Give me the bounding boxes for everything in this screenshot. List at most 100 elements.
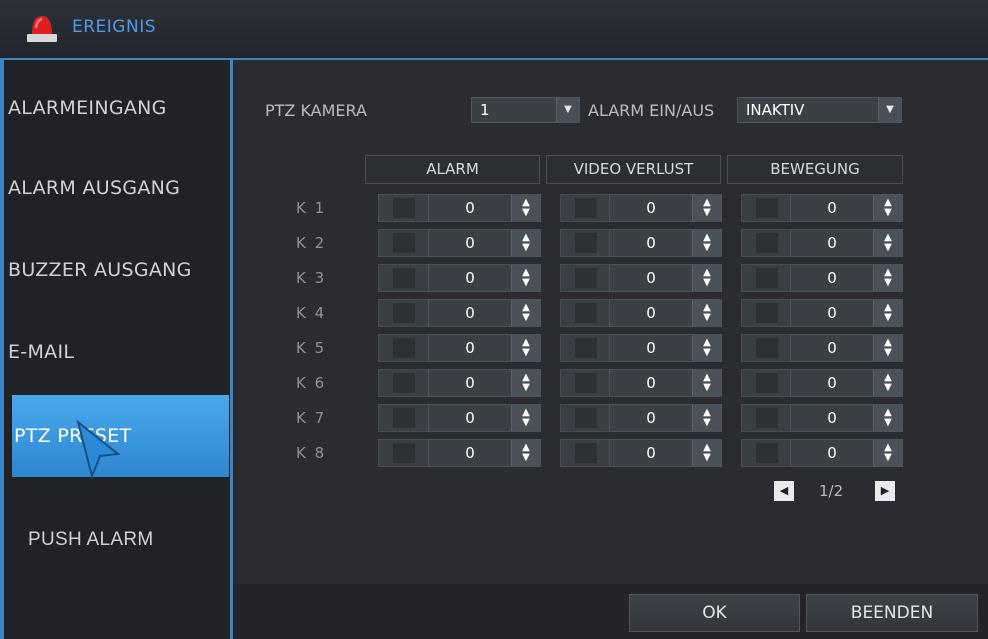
up-down-arrows-icon[interactable]: ▲ ▼	[873, 440, 902, 466]
preset-value: 0	[827, 409, 837, 427]
alarm-checkbox[interactable]	[378, 334, 429, 362]
up-down-arrows-icon[interactable]: ▲ ▼	[511, 265, 540, 291]
alarm-preset-stepper[interactable]: 0 ▲ ▼	[428, 369, 541, 397]
motion-checkbox[interactable]	[741, 404, 792, 432]
video-loss-preset-stepper[interactable]: 0 ▲ ▼	[609, 369, 722, 397]
up-down-arrows-icon[interactable]: ▲ ▼	[692, 370, 721, 396]
alarm-preset-stepper[interactable]: 0 ▲ ▼	[428, 299, 541, 327]
up-down-arrows-icon[interactable]: ▲ ▼	[511, 405, 540, 431]
alarm-preset-stepper[interactable]: 0 ▲ ▼	[428, 194, 541, 222]
alarm-checkbox[interactable]	[378, 404, 429, 432]
alarm-checkbox[interactable]	[378, 299, 429, 327]
up-down-arrows-icon[interactable]: ▲ ▼	[511, 300, 540, 326]
video-loss-preset-stepper[interactable]: 0 ▲ ▼	[609, 404, 722, 432]
up-down-arrows-icon[interactable]: ▲ ▼	[692, 335, 721, 361]
chevron-down-icon: ▼	[878, 98, 901, 122]
preset-value: 0	[646, 234, 656, 252]
motion-checkbox[interactable]	[741, 264, 792, 292]
motion-checkbox[interactable]	[741, 334, 792, 362]
motion-preset-stepper[interactable]: 0 ▲ ▼	[790, 299, 903, 327]
video-loss-preset-stepper[interactable]: 0 ▲ ▼	[609, 194, 722, 222]
page-prev-button[interactable]: ◀	[774, 481, 794, 501]
video-loss-preset-stepper[interactable]: 0 ▲ ▼	[609, 439, 722, 467]
video-loss-checkbox[interactable]	[560, 264, 611, 292]
alarm-checkbox[interactable]	[378, 229, 429, 257]
channel-label: K 6	[296, 374, 327, 392]
alarm-onoff-value: INAKTIV	[746, 101, 805, 119]
up-down-arrows-icon[interactable]: ▲ ▼	[511, 335, 540, 361]
motion-preset-stepper[interactable]: 0 ▲ ▼	[790, 369, 903, 397]
motion-checkbox[interactable]	[741, 299, 792, 327]
up-down-arrows-icon[interactable]: ▲ ▼	[873, 300, 902, 326]
up-down-arrows-icon[interactable]: ▲ ▼	[873, 405, 902, 431]
video-loss-checkbox[interactable]	[560, 404, 611, 432]
video-loss-checkbox[interactable]	[560, 369, 611, 397]
ptz-camera-dropdown[interactable]: 1 ▼	[471, 97, 580, 123]
up-down-arrows-icon[interactable]: ▲ ▼	[873, 335, 902, 361]
motion-preset-stepper[interactable]: 0 ▲ ▼	[790, 229, 903, 257]
preset-value: 0	[646, 269, 656, 287]
video-loss-checkbox[interactable]	[560, 334, 611, 362]
sidebar-item-alarmeingang[interactable]: ALARMEINGANG	[8, 70, 228, 146]
sidebar-item-push-alarm[interactable]: PUSH ALARM	[8, 502, 228, 578]
preset-value: 0	[646, 374, 656, 392]
preset-value: 0	[465, 444, 475, 462]
video-loss-preset-stepper[interactable]: 0 ▲ ▼	[609, 299, 722, 327]
up-down-arrows-icon[interactable]: ▲ ▼	[692, 195, 721, 221]
up-down-arrows-icon[interactable]: ▲ ▼	[873, 370, 902, 396]
up-down-arrows-icon[interactable]: ▲ ▼	[692, 405, 721, 431]
sidebar-item-email[interactable]: E-MAIL	[8, 314, 228, 390]
exit-button[interactable]: BEENDEN	[806, 594, 978, 632]
video-loss-checkbox[interactable]	[560, 229, 611, 257]
sidebar-item-alarm-ausgang[interactable]: ALARM AUSGANG	[8, 150, 228, 226]
alarm-checkbox[interactable]	[378, 264, 429, 292]
title-bar: EREIGNIS	[0, 0, 988, 60]
alarm-onoff-label: ALARM EIN/AUS	[588, 101, 715, 120]
up-down-arrows-icon[interactable]: ▲ ▼	[692, 230, 721, 256]
alarm-preset-stepper[interactable]: 0 ▲ ▼	[428, 264, 541, 292]
video-loss-checkbox[interactable]	[560, 439, 611, 467]
alarm-preset-stepper[interactable]: 0 ▲ ▼	[428, 334, 541, 362]
preset-value: 0	[827, 199, 837, 217]
up-down-arrows-icon[interactable]: ▲ ▼	[873, 230, 902, 256]
up-down-arrows-icon[interactable]: ▲ ▼	[511, 230, 540, 256]
alarm-siren-icon	[27, 16, 57, 42]
chevron-down-icon: ▼	[556, 98, 579, 122]
motion-checkbox[interactable]	[741, 194, 792, 222]
alarm-preset-stepper[interactable]: 0 ▲ ▼	[428, 439, 541, 467]
alarm-checkbox[interactable]	[378, 439, 429, 467]
up-down-arrows-icon[interactable]: ▲ ▼	[511, 440, 540, 466]
up-down-arrows-icon[interactable]: ▲ ▼	[511, 195, 540, 221]
video-loss-checkbox[interactable]	[560, 194, 611, 222]
up-down-arrows-icon[interactable]: ▲ ▼	[692, 265, 721, 291]
motion-preset-stepper[interactable]: 0 ▲ ▼	[790, 334, 903, 362]
video-loss-preset-stepper[interactable]: 0 ▲ ▼	[609, 264, 722, 292]
page-next-button[interactable]: ▶	[875, 481, 895, 501]
video-loss-checkbox[interactable]	[560, 299, 611, 327]
channel-label: K 1	[296, 199, 327, 217]
video-loss-preset-stepper[interactable]: 0 ▲ ▼	[609, 229, 722, 257]
alarm-preset-stepper[interactable]: 0 ▲ ▼	[428, 229, 541, 257]
up-down-arrows-icon[interactable]: ▲ ▼	[692, 440, 721, 466]
up-down-arrows-icon[interactable]: ▲ ▼	[692, 300, 721, 326]
alarm-checkbox[interactable]	[378, 369, 429, 397]
motion-checkbox[interactable]	[741, 369, 792, 397]
motion-checkbox[interactable]	[741, 439, 792, 467]
preset-value: 0	[465, 339, 475, 357]
alarm-checkbox[interactable]	[378, 194, 429, 222]
event-window: EREIGNIS ALARMEINGANG ALARM AUSGANG BUZZ…	[0, 0, 988, 639]
alarm-preset-stepper[interactable]: 0 ▲ ▼	[428, 404, 541, 432]
sidebar-item-buzzer-ausgang[interactable]: BUZZER AUSGANG	[8, 232, 228, 308]
motion-preset-stepper[interactable]: 0 ▲ ▼	[790, 439, 903, 467]
up-down-arrows-icon[interactable]: ▲ ▼	[873, 195, 902, 221]
motion-checkbox[interactable]	[741, 229, 792, 257]
motion-preset-stepper[interactable]: 0 ▲ ▼	[790, 194, 903, 222]
alarm-onoff-dropdown[interactable]: INAKTIV ▼	[737, 97, 902, 123]
motion-preset-stepper[interactable]: 0 ▲ ▼	[790, 264, 903, 292]
channel-label: K 2	[296, 234, 327, 252]
up-down-arrows-icon[interactable]: ▲ ▼	[873, 265, 902, 291]
video-loss-preset-stepper[interactable]: 0 ▲ ▼	[609, 334, 722, 362]
up-down-arrows-icon[interactable]: ▲ ▼	[511, 370, 540, 396]
ok-button[interactable]: OK	[629, 594, 800, 632]
motion-preset-stepper[interactable]: 0 ▲ ▼	[790, 404, 903, 432]
